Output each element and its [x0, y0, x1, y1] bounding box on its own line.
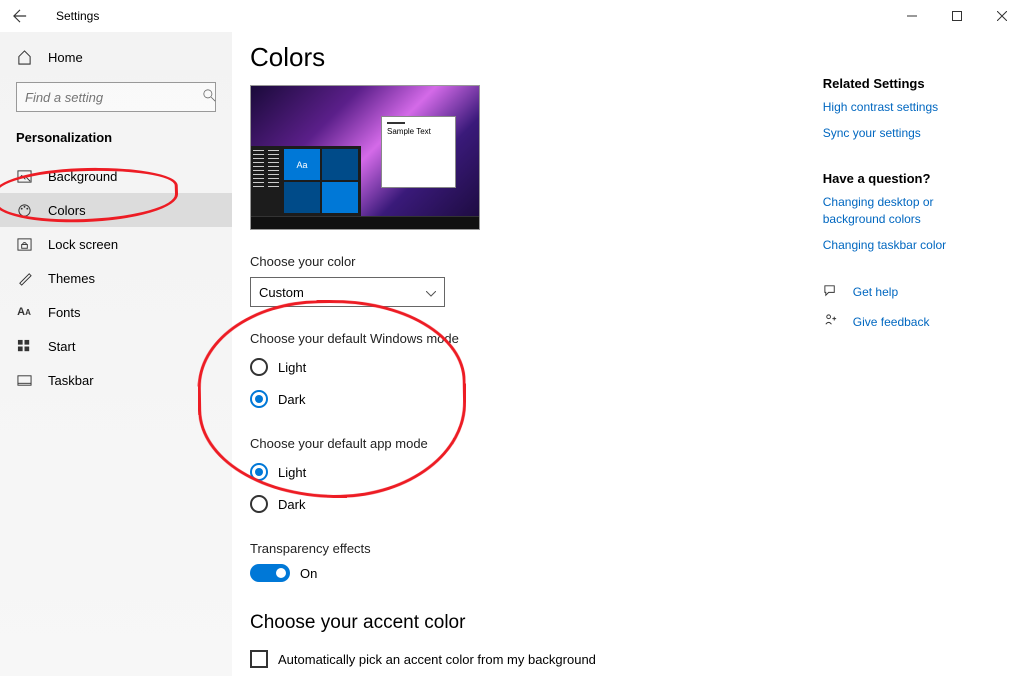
app-mode-dark[interactable]: Dark — [250, 491, 783, 517]
radio-icon — [250, 358, 268, 376]
sidebar-home-label: Home — [48, 50, 83, 65]
back-arrow-icon — [13, 9, 27, 23]
search-input[interactable] — [16, 82, 216, 112]
checkbox-icon — [250, 650, 268, 668]
sidebar-item-taskbar[interactable]: Taskbar — [0, 363, 232, 397]
choose-color-label: Choose your color — [250, 254, 783, 269]
picture-icon — [16, 168, 32, 184]
sidebar-item-label: Colors — [48, 203, 86, 218]
windows-mode-light[interactable]: Light — [250, 354, 783, 380]
windows-mode-label: Choose your default Windows mode — [250, 331, 783, 346]
maximize-icon — [952, 11, 962, 21]
sidebar-item-label: Background — [48, 169, 117, 184]
sidebar-item-label: Lock screen — [48, 237, 118, 252]
search-icon — [203, 89, 216, 105]
titlebar: Settings — [0, 0, 1024, 32]
sidebar-item-lockscreen[interactable]: Lock screen — [0, 227, 232, 261]
feedback-icon — [823, 313, 839, 331]
sidebar-item-label: Start — [48, 339, 75, 354]
sidebar-item-fonts[interactable]: AA Fonts — [0, 295, 232, 329]
palette-icon — [16, 202, 32, 218]
sidebar-item-label: Taskbar — [48, 373, 94, 388]
preview-start-menu: Aa — [251, 146, 361, 216]
lock-icon — [16, 236, 32, 252]
home-icon — [16, 49, 32, 65]
maximize-button[interactable] — [934, 0, 979, 32]
page-title: Colors — [250, 42, 783, 73]
app-mode-label: Choose your default app mode — [250, 436, 783, 451]
sidebar-item-colors[interactable]: Colors — [0, 193, 232, 227]
chevron-down-icon — [426, 285, 436, 300]
close-button[interactable] — [979, 0, 1024, 32]
taskbar-icon — [16, 372, 32, 388]
window-title: Settings — [40, 9, 99, 23]
windows-mode-dark[interactable]: Dark — [250, 386, 783, 412]
sidebar-item-themes[interactable]: Themes — [0, 261, 232, 295]
link-changing-taskbar-color[interactable]: Changing taskbar color — [823, 237, 994, 253]
start-icon — [16, 338, 32, 354]
sidebar: Home Personalization Background Colors L… — [0, 32, 232, 676]
sidebar-section-label: Personalization — [0, 124, 232, 159]
link-sync-settings[interactable]: Sync your settings — [823, 125, 994, 141]
back-button[interactable] — [0, 0, 40, 32]
brush-icon — [16, 270, 32, 286]
radio-icon — [250, 463, 268, 481]
search-field[interactable] — [25, 90, 203, 105]
preview-taskbar — [251, 216, 479, 229]
app-mode-light[interactable]: Light — [250, 459, 783, 485]
link-give-feedback[interactable]: Give feedback — [853, 314, 930, 330]
transparency-toggle[interactable] — [250, 564, 290, 582]
related-panel: Related Settings High contrast settings … — [823, 42, 994, 676]
help-icon — [823, 283, 839, 301]
preview-sample-text: Sample Text — [387, 127, 455, 136]
sidebar-item-start[interactable]: Start — [0, 329, 232, 363]
link-changing-desktop-colors[interactable]: Changing desktop or background colors — [823, 194, 994, 226]
sidebar-home[interactable]: Home — [0, 40, 232, 74]
link-high-contrast[interactable]: High contrast settings — [823, 99, 994, 115]
minimize-icon — [907, 11, 917, 21]
sidebar-item-label: Fonts — [48, 305, 81, 320]
preview-tile-aa: Aa — [284, 149, 320, 180]
auto-pick-checkbox[interactable]: Automatically pick an accent color from … — [250, 650, 783, 668]
related-heading: Related Settings — [823, 76, 994, 91]
sidebar-item-label: Themes — [48, 271, 95, 286]
accent-heading: Choose your accent color — [250, 612, 783, 634]
sidebar-item-background[interactable]: Background — [0, 159, 232, 193]
radio-icon — [250, 495, 268, 513]
transparency-label: Transparency effects — [250, 541, 783, 556]
close-icon — [997, 11, 1007, 21]
transparency-state: On — [300, 566, 317, 581]
radio-icon — [250, 390, 268, 408]
link-get-help[interactable]: Get help — [853, 284, 898, 300]
font-icon: AA — [16, 304, 32, 320]
choose-color-value: Custom — [259, 285, 304, 300]
choose-color-select[interactable]: Custom — [250, 277, 445, 307]
color-preview: Aa Sample Text — [250, 85, 480, 230]
minimize-button[interactable] — [889, 0, 934, 32]
question-heading: Have a question? — [823, 171, 994, 186]
preview-window: Sample Text — [381, 116, 456, 188]
